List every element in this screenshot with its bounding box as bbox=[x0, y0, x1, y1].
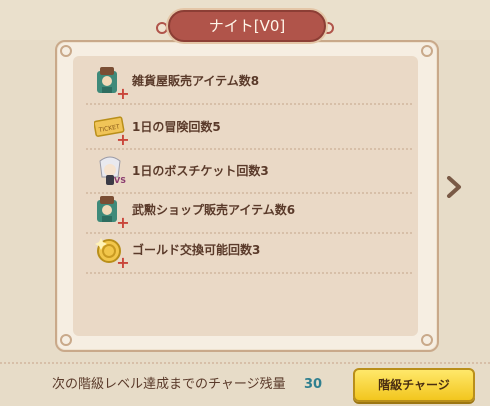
benefit-row: TICKET + 1日の冒険回数5 bbox=[86, 106, 412, 149]
plus-icon: + bbox=[116, 84, 130, 103]
vs-icon-text: VS bbox=[114, 176, 126, 185]
benefit-row: + 雑貨屋販売アイテム数8 bbox=[86, 60, 412, 103]
frame-corner-ornament bbox=[60, 45, 72, 57]
row-divider bbox=[86, 272, 412, 274]
charge-remaining-label: 次の階級レベル達成までのチャージ残量 bbox=[52, 377, 286, 392]
plus-icon: + bbox=[116, 130, 130, 149]
benefit-label: 武勲ショップ販売アイテム数6 bbox=[132, 203, 296, 217]
ticket-icon: TICKET + bbox=[93, 111, 130, 148]
benefit-label: 1日のボスチケット回数3 bbox=[132, 164, 269, 178]
benefit-label: 雑貨屋販売アイテム数8 bbox=[132, 74, 260, 88]
boss-vs-icon: VS bbox=[94, 155, 126, 187]
shop-npc-icon: + bbox=[94, 194, 130, 231]
title-ornament-left bbox=[156, 22, 168, 34]
plus-icon: + bbox=[116, 213, 130, 232]
benefit-label: 1日の冒険回数5 bbox=[132, 120, 221, 134]
frame-corner-ornament bbox=[60, 334, 72, 346]
benefit-row: + 武勲ショップ販売アイテム数6 bbox=[86, 189, 412, 232]
frame-corner-ornament bbox=[421, 45, 433, 57]
charge-remaining-value: 30 bbox=[304, 377, 323, 392]
shop-npc-icon: + bbox=[94, 65, 130, 102]
rank-charge-button[interactable]: 階級チャージ bbox=[353, 368, 475, 402]
benefit-row: + ゴールド交換可能回数3 bbox=[86, 229, 412, 272]
benefit-row: VS 1日のボスチケット回数3 bbox=[86, 150, 412, 193]
plus-icon: + bbox=[116, 253, 130, 272]
gold-coin-icon: + bbox=[94, 234, 130, 271]
row-divider bbox=[86, 103, 412, 105]
frame-corner-ornament bbox=[421, 334, 433, 346]
footer-divider bbox=[0, 362, 490, 364]
next-page-arrow-icon[interactable] bbox=[444, 176, 464, 198]
rank-title-banner: ナイト[V0] bbox=[168, 10, 326, 42]
rank-title: ナイト[V0] bbox=[208, 17, 286, 35]
benefit-label: ゴールド交換可能回数3 bbox=[132, 243, 261, 257]
